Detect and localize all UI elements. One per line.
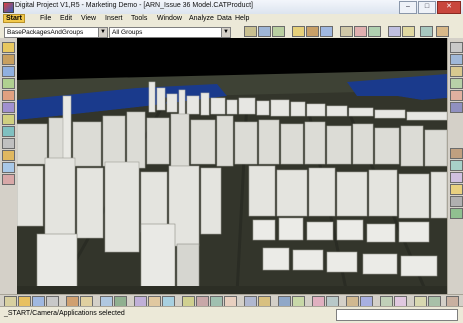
package-combo-value: BasePackagesAndGroups (7, 29, 84, 36)
tool-icon[interactable] (450, 54, 463, 65)
tool-icon[interactable] (2, 126, 15, 137)
tool-icon[interactable] (420, 26, 433, 37)
chevron-down-icon[interactable]: ▼ (98, 28, 107, 37)
status-text: _START/Camera/Applications selected (4, 310, 125, 317)
tool-icon[interactable] (368, 26, 381, 37)
left-toolbar (0, 38, 18, 294)
tool-icon[interactable] (450, 42, 463, 53)
menu-edit[interactable]: Edit (60, 15, 72, 22)
minimize-icon[interactable]: – (399, 1, 417, 14)
tool-icon[interactable] (450, 196, 463, 207)
tool-icon[interactable] (306, 26, 319, 37)
tool-icon[interactable] (258, 26, 271, 37)
tool-icon[interactable] (2, 114, 15, 125)
tool-icon[interactable] (450, 148, 463, 159)
menu-window[interactable]: Window (157, 15, 182, 22)
menu-help[interactable]: Help (235, 15, 249, 22)
tool-icon[interactable] (2, 90, 15, 101)
menu-view[interactable]: View (81, 15, 96, 22)
chevron-down-icon[interactable]: ▼ (221, 28, 230, 37)
tool-icon[interactable] (450, 208, 463, 219)
tool-icon[interactable] (2, 54, 15, 65)
menu-file[interactable]: File (40, 15, 51, 22)
menu-data[interactable]: Data (217, 15, 232, 22)
tool-icon[interactable] (450, 184, 463, 195)
maximize-icon[interactable]: □ (418, 1, 436, 14)
tool-icon[interactable] (272, 26, 285, 37)
tool-icon[interactable] (450, 66, 463, 77)
package-combo[interactable]: BasePackagesAndGroups ▼ (4, 27, 108, 38)
tool-icon[interactable] (292, 26, 305, 37)
group-combo[interactable]: All Groups ▼ (109, 27, 231, 38)
tool-icon[interactable] (450, 102, 463, 113)
tool-icon[interactable] (402, 26, 415, 37)
tool-icon[interactable] (2, 174, 15, 185)
tool-icon[interactable] (2, 42, 15, 53)
status-bar: _START/Camera/Applications selected (0, 306, 463, 323)
top-toolbar: BasePackagesAndGroups ▼ All Groups ▼ (0, 25, 463, 39)
menu-insert[interactable]: Insert (105, 15, 123, 22)
menu-start[interactable]: Start (3, 14, 25, 23)
app-icon[interactable] (3, 2, 14, 13)
tool-icon[interactable] (2, 138, 15, 149)
city-scene (17, 38, 447, 294)
command-input[interactable] (336, 309, 458, 321)
tool-icon[interactable] (244, 26, 257, 37)
tool-icon[interactable] (354, 26, 367, 37)
tool-icon[interactable] (2, 162, 15, 173)
window-title: Digital Project V1,R5 - Marketing Demo -… (15, 2, 253, 9)
tool-icon[interactable] (388, 26, 401, 37)
menu-analyze[interactable]: Analyze (189, 15, 214, 22)
window-controls: – □ ✕ (399, 1, 461, 14)
tool-icon[interactable] (450, 160, 463, 171)
right-toolbar (447, 38, 463, 294)
tool-icon[interactable] (2, 66, 15, 77)
close-icon[interactable]: ✕ (437, 1, 461, 14)
group-combo-value: All Groups (112, 29, 143, 36)
tool-icon[interactable] (450, 90, 463, 101)
menu-tools[interactable]: Tools (131, 15, 147, 22)
tool-icon[interactable] (2, 78, 15, 89)
tool-icon[interactable] (450, 78, 463, 89)
tool-icon[interactable] (320, 26, 333, 37)
3d-viewport[interactable] (17, 38, 447, 294)
tool-icon[interactable] (450, 172, 463, 183)
tool-icon[interactable] (2, 150, 15, 161)
tool-icon[interactable] (436, 26, 449, 37)
tool-icon[interactable] (340, 26, 353, 37)
tool-icon[interactable] (2, 102, 15, 113)
title-bar: Digital Project V1,R5 - Marketing Demo -… (0, 0, 463, 15)
